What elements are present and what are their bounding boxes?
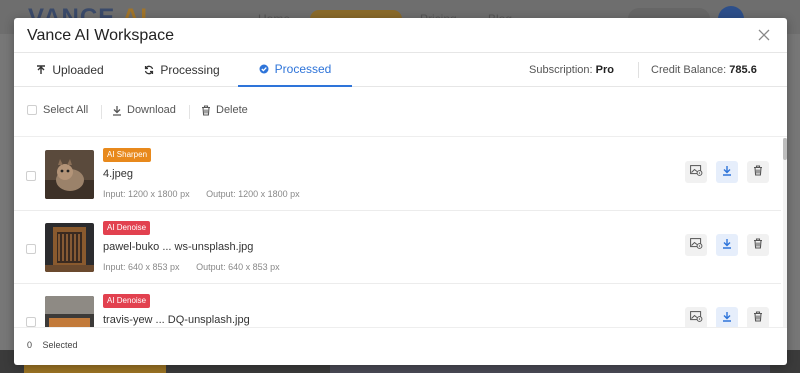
item-checkbox[interactable] [26,171,36,181]
select-all-checkbox[interactable] [27,105,37,115]
delete-label: Delete [216,104,248,116]
download-icon [722,309,732,327]
item-input-size: Input: 1200 x 1800 px [103,189,190,199]
item-download-button[interactable] [716,234,738,256]
download-label: Download [127,104,176,116]
selected-count-label: Selected [42,340,78,350]
item-output-size: Output: 1200 x 1800 px [206,189,300,199]
tab-processed[interactable]: Processed [238,53,352,87]
compare-button[interactable] [685,161,707,183]
select-all-label: Select All [43,104,89,116]
toolbar: Select All Download Delete [14,87,787,137]
info-divider [638,62,639,78]
item-badge: AI Denoise [103,294,151,308]
download-icon [722,236,732,254]
item-delete-button[interactable] [747,307,769,327]
list-scrollbar[interactable] [783,138,787,327]
credit-value: 785.6 [729,64,757,76]
tab-processing-label: Processing [160,63,220,77]
selected-count-value: 0 [27,340,33,350]
processed-list: AI Sharpen 4.jpeg Input: 1200 x 1800 px … [14,138,781,327]
item-delete-button[interactable] [747,234,769,256]
tab-uploaded[interactable]: Uploaded [14,53,126,87]
trash-icon [753,163,763,181]
upload-icon [36,65,46,75]
item-input-size: Input: 640 x 853 px [103,262,180,272]
tabs-bar: Uploaded Processing Processed Subscripti… [14,53,787,87]
item-checkbox[interactable] [26,244,36,254]
download-button[interactable]: Download [112,104,176,116]
refresh-icon [144,65,154,75]
image-compare-icon [689,309,703,327]
trash-icon [753,309,763,327]
subscription-value: Pro [595,64,614,76]
image-compare-icon [689,236,703,254]
list-item: AI Denoise pawel-buko ... ws-unsplash.jp… [14,211,781,284]
credit-info: Credit Balance: 785.6 [651,64,757,76]
tab-processing[interactable]: Processing [126,53,238,87]
item-thumbnail [45,223,94,272]
trash-icon [201,104,211,116]
compare-button[interactable] [685,234,707,256]
check-circle-icon [259,64,269,74]
toolbar-divider [101,105,102,119]
item-badge: AI Denoise [103,221,151,235]
item-dimensions: Input: 640 x 853 px Output: 640 x 853 px [103,262,280,272]
tab-uploaded-label: Uploaded [52,63,104,77]
workspace-modal: Vance AI Workspace Uploaded Processing P… [14,18,787,365]
item-filename: pawel-buko ... ws-unsplash.jpg [103,241,254,253]
download-icon [722,163,732,181]
item-filename: 4.jpeg [103,168,133,180]
toolbar-divider [189,105,190,119]
delete-button[interactable]: Delete [201,104,248,116]
item-thumbnail [45,150,94,199]
item-filename: travis-yew ... DQ-unsplash.jpg [103,314,250,326]
download-icon [112,105,122,116]
item-thumbnail [45,296,94,327]
trash-icon [753,236,763,254]
compare-button[interactable] [685,307,707,327]
item-checkbox[interactable] [26,317,36,327]
item-download-button[interactable] [716,161,738,183]
list-item: AI Sharpen 4.jpeg Input: 1200 x 1800 px … [14,138,781,211]
item-delete-button[interactable] [747,161,769,183]
item-badge: AI Sharpen [103,148,152,162]
modal-title: Vance AI Workspace [27,27,175,44]
credit-label: Credit Balance: [651,64,727,76]
subscription-info: Subscription: Pro [529,64,614,76]
image-compare-icon [689,163,703,181]
modal-footer: 0 Selected [14,327,787,365]
tab-processed-label: Processed [274,62,332,76]
item-download-button[interactable] [716,307,738,327]
list-item: AI Denoise travis-yew ... DQ-unsplash.jp… [14,284,781,327]
select-all[interactable]: Select All [27,104,88,116]
item-dimensions: Input: 1200 x 1800 px Output: 1200 x 180… [103,189,300,199]
selected-count: 0 Selected [27,340,78,350]
close-icon[interactable] [757,28,771,42]
scroll-thumb[interactable] [783,138,787,160]
item-output-size: Output: 640 x 853 px [196,262,280,272]
subscription-label: Subscription: [529,64,593,76]
